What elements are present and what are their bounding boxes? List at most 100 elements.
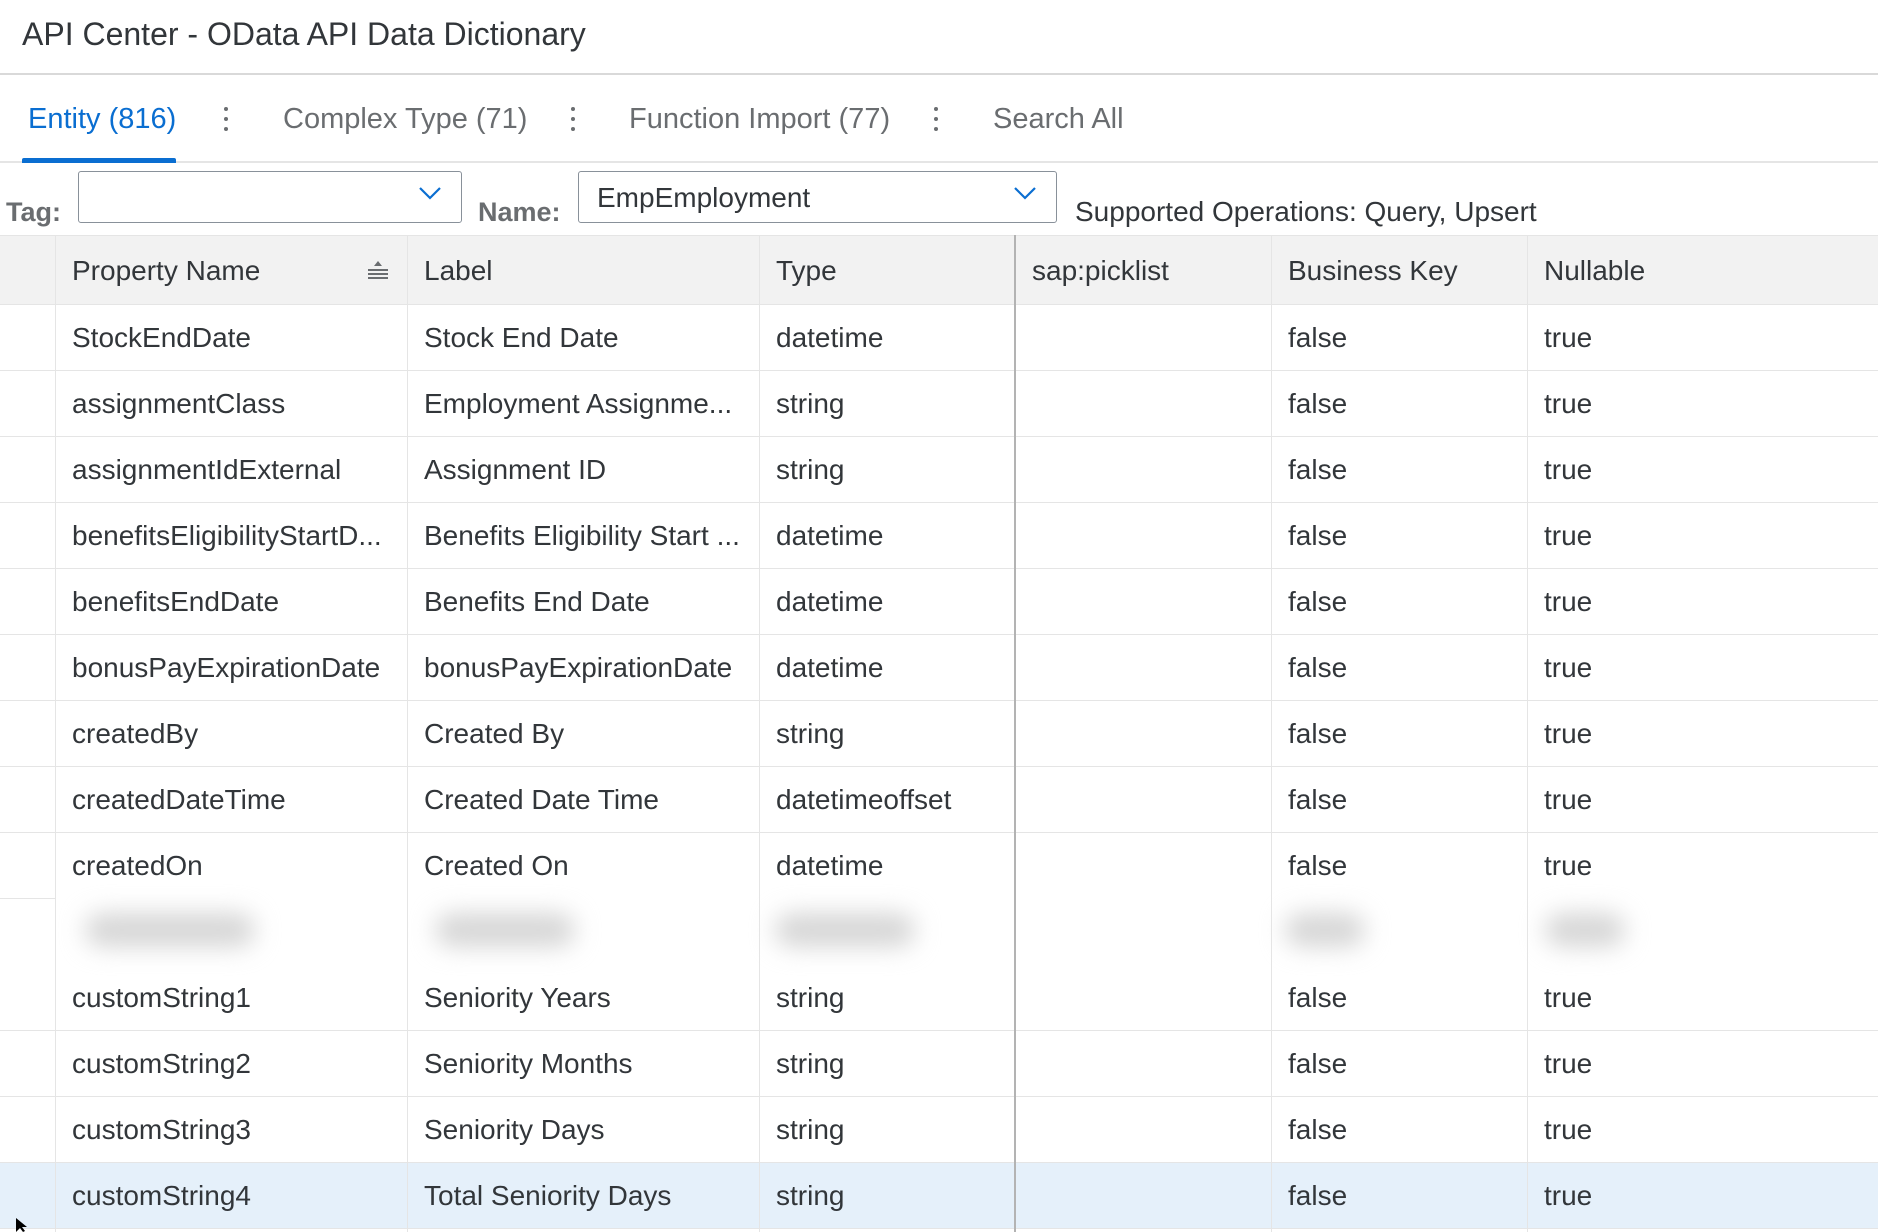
cell-type: datetime — [776, 652, 884, 683]
cell-business-key: false — [1288, 520, 1348, 551]
complex-type-tab-menu-icon[interactable] — [567, 101, 579, 137]
cell-nullable: true — [1544, 982, 1593, 1013]
cell-sap-picklist — [1015, 701, 1271, 767]
cell-sap-picklist — [1015, 1031, 1271, 1097]
cell-property-name: assignmentIdExternal — [72, 454, 342, 485]
cell-type: string — [776, 718, 845, 749]
tab-complex-type[interactable]: Complex Type (71) — [283, 103, 527, 136]
cell-type: datetime — [776, 520, 884, 551]
cell-property-name: bonusPayExpirationDate — [72, 652, 381, 683]
cell-label: Created By — [424, 718, 565, 749]
cell-business-key: false — [1288, 322, 1348, 353]
cell-label: Assignment ID — [424, 454, 607, 485]
cell-property-name: StockEndDate — [72, 322, 251, 353]
column-divider — [1271, 235, 1272, 1232]
table-row[interactable]: createdBy Created By string false true — [0, 701, 1878, 767]
cell-label: Employment Assignme... — [424, 388, 733, 419]
cell-type: datetime — [776, 586, 884, 617]
blurred-row — [55, 897, 1878, 963]
page-title: API Center - OData API Data Dictionary — [22, 16, 586, 52]
table-row[interactable]: assignmentClass Employment Assignme... str… — [0, 371, 1878, 437]
cell-business-key: false — [1288, 652, 1348, 683]
tab-entity[interactable]: Entity (816) — [28, 103, 176, 136]
cell-property-name: customString1 — [72, 982, 251, 1013]
cell-business-key: false — [1288, 454, 1348, 485]
function-import-tab-menu-icon[interactable] — [930, 101, 942, 137]
column-divider — [759, 235, 760, 1232]
column-header-property-name[interactable]: Property Name — [55, 236, 407, 306]
cell-sap-picklist — [1015, 965, 1271, 1031]
entity-tab-menu-icon[interactable] — [220, 101, 232, 137]
table-row[interactable]: customString2 Seniority Months string false… — [0, 1031, 1878, 1097]
cell-sap-picklist — [1015, 1163, 1271, 1229]
table-row[interactable]: bonusPayExpirationDate bonusPayExpiration… — [0, 635, 1878, 701]
table-row[interactable]: customString4 Total Seniority Days string f… — [0, 1163, 1878, 1229]
cell-nullable: true — [1544, 454, 1593, 485]
tab-search-all[interactable]: Search All — [993, 103, 1124, 136]
cell-business-key: false — [1288, 586, 1348, 617]
cell-nullable: true — [1544, 652, 1593, 683]
cell-business-key: false — [1288, 388, 1348, 419]
table-row[interactable]: benefitsEligibilityStartD... Benefits Eli… — [0, 503, 1878, 569]
column-header-label[interactable]: Label — [407, 236, 759, 306]
cell-nullable: true — [1544, 586, 1593, 617]
column-header-sap-picklist[interactable]: sap:picklist — [1015, 236, 1271, 306]
fixed-column-divider[interactable] — [1014, 235, 1016, 1232]
column-header-nullable[interactable]: Nullable — [1527, 236, 1878, 306]
cell-label: Benefits Eligibility Start ... — [424, 520, 740, 551]
cell-sap-picklist — [1015, 569, 1271, 635]
table-row[interactable]: benefitsEndDate Benefits End Date datetime… — [0, 569, 1878, 635]
cell-label: Benefits End Date — [424, 586, 650, 617]
cell-nullable: true — [1544, 520, 1593, 551]
tab-function-import[interactable]: Function Import (77) — [629, 103, 890, 136]
column-divider — [407, 235, 408, 1232]
title-bar: API Center - OData API Data Dictionary — [0, 0, 1878, 75]
column-header-type[interactable]: Type — [759, 236, 1014, 306]
cell-business-key: false — [1288, 1114, 1348, 1145]
cell-nullable: true — [1544, 1114, 1593, 1145]
mouse-pointer-icon — [16, 1218, 27, 1232]
table-row[interactable]: assignmentIdExternal Assignment ID string f… — [0, 437, 1878, 503]
filter-bar: Tag: Name: EmpEmployment Supported Opera… — [0, 163, 1878, 235]
cell-nullable: true — [1544, 850, 1593, 881]
cell-type: datetime — [776, 322, 884, 353]
cell-sap-picklist — [1015, 305, 1271, 371]
tag-label: Tag: — [6, 197, 61, 227]
column-header-business-key[interactable]: Business Key — [1271, 236, 1527, 306]
cell-property-name: customString4 — [72, 1180, 251, 1211]
cell-sap-picklist — [1015, 635, 1271, 701]
cell-label: Seniority Years — [424, 982, 611, 1013]
cell-nullable: true — [1544, 322, 1593, 353]
cell-label: Seniority Months — [424, 1048, 633, 1079]
cell-type: string — [776, 388, 845, 419]
cell-business-key: false — [1288, 850, 1348, 881]
cell-property-name: assignmentClass — [72, 388, 286, 419]
table-row[interactable]: customString1 Seniority Years string false t… — [0, 965, 1878, 1031]
cell-property-name: benefitsEndDate — [72, 586, 280, 617]
cell-type: datetime — [776, 850, 884, 881]
cell-label: Seniority Days — [424, 1114, 605, 1145]
cell-business-key: false — [1288, 982, 1348, 1013]
table-header: Property Name Label Type sap:picklist Bu… — [0, 235, 1878, 305]
cell-nullable: true — [1544, 1180, 1593, 1211]
table-row[interactable]: StockEndDate Stock End Date datetime false t… — [0, 305, 1878, 371]
table-row[interactable]: createdOn Created On datetime false true — [0, 833, 1878, 899]
cell-label: bonusPayExpirationDate — [424, 652, 733, 683]
table-row[interactable]: customString3 Seniority Days string false tr… — [0, 1097, 1878, 1163]
cell-property-name: customString3 — [72, 1114, 251, 1145]
name-select[interactable]: EmpEmployment — [578, 171, 1057, 223]
tag-select[interactable] — [78, 171, 462, 223]
cell-type: datetimeoffset — [776, 784, 952, 815]
cell-label: Total Seniority Days — [424, 1180, 672, 1211]
cell-business-key: false — [1288, 718, 1348, 749]
cell-property-name: customString2 — [72, 1048, 251, 1079]
cell-type: string — [776, 1048, 845, 1079]
table-row[interactable]: createdDateTime Created Date Time datetime… — [0, 767, 1878, 833]
tab-bar: Entity (816) Complex Type (71) Function … — [0, 75, 1878, 163]
cell-nullable: true — [1544, 1048, 1593, 1079]
cell-nullable: true — [1544, 718, 1593, 749]
cell-type: string — [776, 1114, 845, 1145]
properties-table: Property Name Label Type sap:picklist Bu… — [0, 235, 1878, 1232]
cell-type: string — [776, 982, 845, 1013]
cell-sap-picklist — [1015, 437, 1271, 503]
